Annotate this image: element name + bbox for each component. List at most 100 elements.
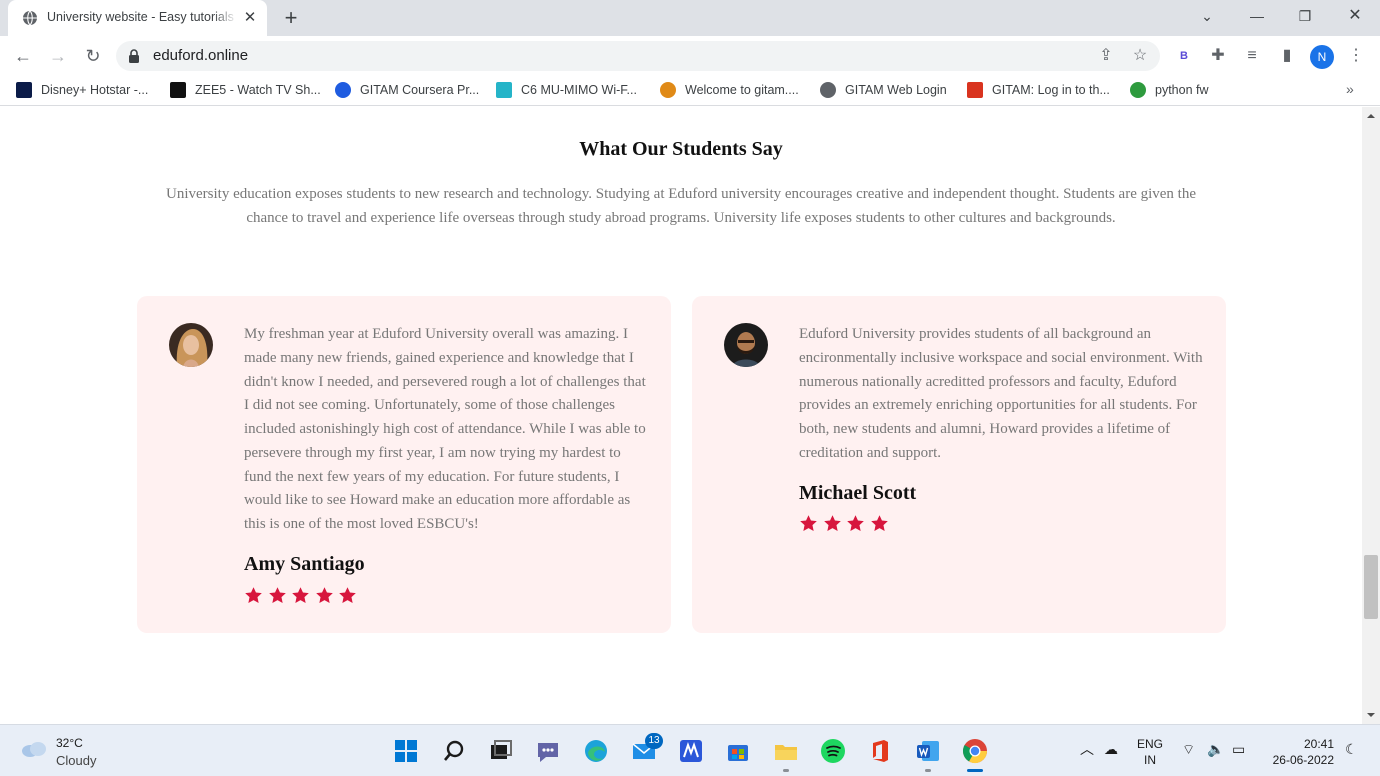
mail-unread-badge: 13 [645, 733, 663, 749]
bookmark-item[interactable]: ZEE5 - Watch TV Sh... [170, 82, 321, 100]
bookmark-item[interactable]: C6 MU-MIMO Wi-F... [496, 82, 637, 100]
system-clock[interactable]: 20:41 26-06-2022 [1262, 736, 1334, 768]
app-running-indicator [925, 769, 931, 772]
search-icon[interactable] [440, 737, 468, 765]
bookmark-item[interactable]: Disney+ Hotstar -... [16, 82, 148, 100]
address-bar[interactable]: eduford.online ⇪ ☆ [116, 41, 1160, 71]
windows-start-icon[interactable] [392, 737, 420, 765]
scroll-up-arrow-icon[interactable] [1366, 111, 1376, 121]
extension-b-icon[interactable]: B [1173, 45, 1195, 67]
star-icon [800, 515, 817, 532]
star-icon [315, 587, 333, 604]
testimonial-author: Michael Scott [799, 482, 917, 504]
microsoft-store-icon[interactable] [724, 737, 752, 765]
lock-icon[interactable] [128, 49, 140, 63]
star-icon [245, 587, 262, 604]
testimonial-author: Amy Santiago [244, 553, 365, 575]
page-scrollbar[interactable] [1362, 107, 1380, 724]
star-icon [823, 515, 841, 532]
app-running-indicator [783, 769, 789, 772]
python-fw-icon [1130, 82, 1146, 98]
reload-icon[interactable]: ↻ [79, 42, 107, 70]
show-hidden-icons-icon[interactable]: ︿ [1080, 739, 1094, 759]
student-photo-icon [169, 323, 213, 367]
gitam-logo-icon [967, 82, 983, 98]
bookmark-label: python fw [1155, 83, 1209, 97]
gitam-sun-icon [660, 82, 676, 98]
tab-strip: University website - Easy tutorials ✕ + … [0, 0, 1380, 36]
bookmark-item[interactable]: Welcome to gitam.... [660, 82, 799, 100]
tab-active[interactable]: University website - Easy tutorials ✕ [8, 0, 267, 36]
testimonial-quote: Eduford University provides students of … [799, 326, 1203, 461]
star-icon [870, 515, 888, 532]
cloud-icon[interactable] [20, 739, 48, 759]
profile-avatar[interactable]: N [1310, 45, 1334, 69]
onedrive-cloud-icon[interactable]: ☁ [1104, 741, 1118, 758]
student-photo-icon [724, 323, 768, 367]
volume-icon[interactable]: 🔈 [1207, 741, 1224, 758]
avatar [724, 323, 768, 367]
clock-date: 26-06-2022 [1272, 753, 1334, 767]
testimonial-quote: My freshman year at Eduford University o… [244, 326, 646, 532]
task-view-icon[interactable] [487, 737, 515, 765]
weather-condition[interactable]: Cloudy [56, 753, 96, 768]
teams-chat-icon[interactable] [534, 737, 562, 765]
testimonial-card: Eduford University provides students of … [692, 296, 1226, 633]
bookmark-label: GITAM Coursera Pr... [360, 83, 480, 97]
bookmark-item[interactable]: GITAM: Log in to th... [967, 82, 1110, 100]
tab-search-chevron-icon[interactable]: ⌄ [1193, 4, 1221, 28]
bookmark-label: GITAM Web Login [845, 83, 947, 97]
language-indicator[interactable]: ENG IN [1137, 736, 1163, 768]
reading-list-icon[interactable]: ≡ [1241, 45, 1263, 67]
focus-assist-moon-icon[interactable]: ☾ [1345, 741, 1358, 758]
bookmark-label: Disney+ Hotstar -... [41, 83, 149, 97]
star-rating [799, 514, 893, 534]
bookmark-item[interactable]: GITAM Coursera Pr... [335, 82, 479, 100]
scrollbar-thumb[interactable] [1364, 555, 1378, 619]
browser-toolbar: ← → ↻ eduford.online ⇪ ☆ B ✚ ≡ ▮ N ⋮ [0, 36, 1380, 76]
menu-kebab-icon[interactable]: ⋮ [1345, 45, 1367, 67]
side-panel-icon[interactable]: ▮ [1276, 45, 1298, 67]
chrome-icon[interactable] [961, 737, 989, 765]
star-icon [268, 587, 286, 604]
edge-browser-icon[interactable] [582, 737, 610, 765]
back-arrow-icon[interactable]: ← [9, 42, 37, 70]
avatar [169, 323, 213, 367]
bookmark-label: C6 MU-MIMO Wi-F... [521, 83, 637, 97]
word-icon[interactable] [914, 737, 942, 765]
bookmark-item[interactable]: python fw [1130, 82, 1209, 100]
office-icon[interactable] [866, 737, 894, 765]
forward-arrow-icon[interactable]: → [44, 42, 72, 70]
close-tab-icon[interactable]: ✕ [240, 8, 260, 28]
region-code: IN [1144, 753, 1156, 767]
bookmark-star-icon[interactable]: ☆ [1129, 45, 1151, 67]
star-icon [847, 515, 864, 532]
app-active-indicator [967, 769, 983, 772]
file-explorer-icon[interactable] [772, 737, 800, 765]
testimonial-card: My freshman year at Eduford University o… [137, 296, 671, 633]
bookmark-item[interactable]: GITAM Web Login [820, 82, 947, 100]
weather-temperature[interactable]: 32°C [56, 736, 83, 750]
minimize-icon[interactable]: — [1243, 4, 1271, 28]
new-tab-button[interactable]: + [279, 6, 303, 30]
wifi-router-icon [496, 82, 512, 98]
wifi-icon[interactable]: ⌔ [1182, 741, 1195, 759]
restore-icon[interactable]: ❐ [1291, 4, 1319, 28]
battery-icon[interactable]: ▭ [1232, 741, 1245, 758]
url-text[interactable]: eduford.online [153, 47, 248, 64]
extensions-puzzle-icon[interactable]: ✚ [1207, 45, 1229, 67]
share-icon[interactable]: ⇪ [1095, 45, 1117, 67]
section-description: University education exposes students to… [166, 186, 1196, 226]
spotify-icon[interactable] [819, 737, 847, 765]
tab-title: University website - Easy tutorials [47, 10, 237, 24]
bookmarks-bar: Disney+ Hotstar -... ZEE5 - Watch TV Sh.… [0, 76, 1380, 106]
mathway-app-icon[interactable] [677, 737, 705, 765]
close-window-icon[interactable]: ✕ [1341, 4, 1369, 28]
more-bookmarks-icon[interactable]: » [1346, 81, 1354, 97]
section-title: What Our Students Say [579, 138, 783, 160]
language-code: ENG [1137, 737, 1164, 751]
scroll-down-arrow-icon[interactable] [1366, 710, 1376, 720]
globe-icon [820, 82, 836, 98]
star-icon [339, 587, 356, 604]
windows-taskbar: 32°C Cloudy ︿ ☁ ENG IN ⌔ 🔈 ▭ 20:41 26-06… [0, 724, 1380, 776]
